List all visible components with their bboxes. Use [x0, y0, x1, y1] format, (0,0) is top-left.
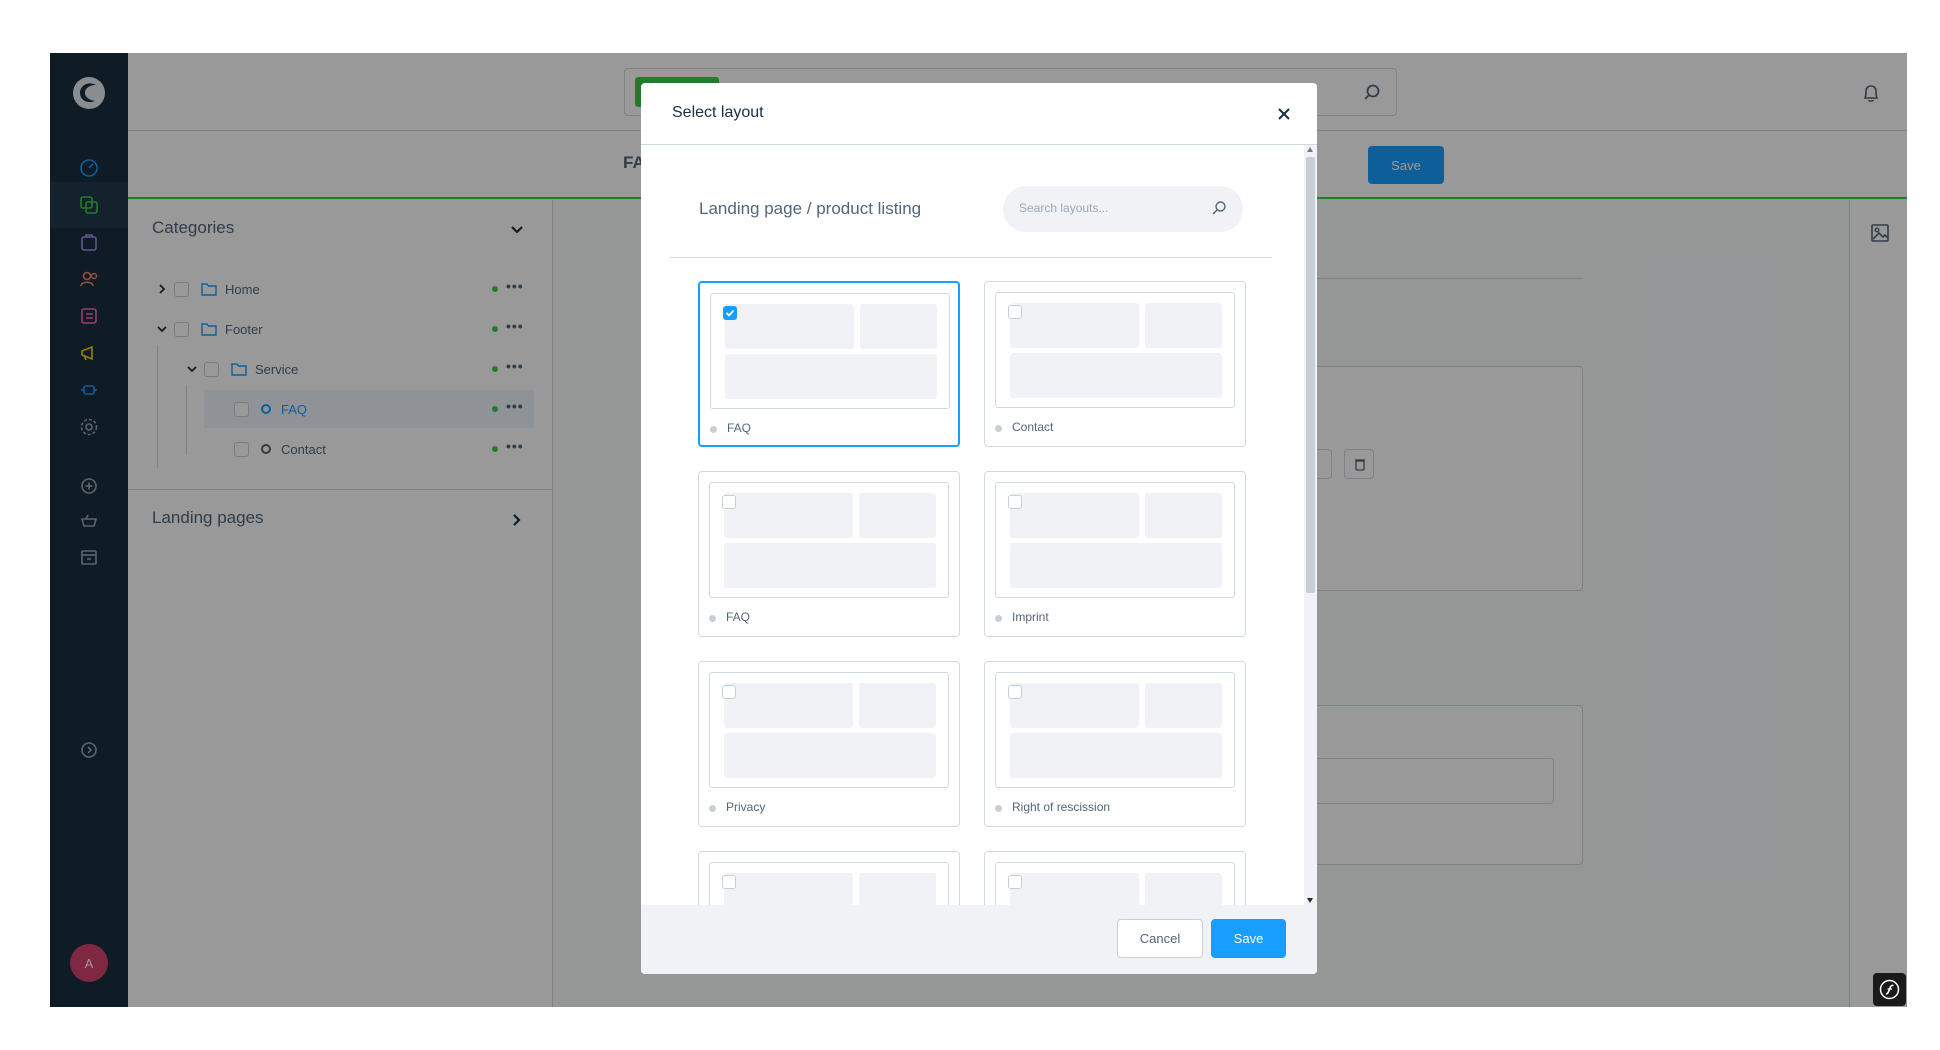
modal-title: Select layout: [672, 104, 764, 121]
layout-name: Contact: [1012, 420, 1054, 434]
layout-checkbox[interactable]: [722, 685, 736, 699]
layout-name: FAQ: [727, 421, 752, 435]
layout-name: Imprint: [1012, 610, 1049, 624]
layout-preview: [709, 482, 949, 598]
search-icon[interactable]: [1211, 200, 1227, 216]
layout-type-heading: Landing page / product listing: [699, 199, 922, 218]
layout-checkbox[interactable]: [1008, 875, 1022, 889]
modal-header: Select layout: [641, 83, 1317, 145]
layout-preview: [995, 672, 1235, 788]
symfony-toolbar-badge[interactable]: [1873, 973, 1906, 1006]
modal-divider: [670, 257, 1272, 258]
scrollbar-thumb[interactable]: [1306, 157, 1315, 593]
layout-card[interactable]: [984, 851, 1246, 905]
layout-preview: [709, 672, 949, 788]
scroll-down-icon[interactable]: [1307, 898, 1313, 903]
layout-card-contact[interactable]: Contact: [984, 281, 1246, 447]
save-button[interactable]: Save: [1211, 919, 1286, 958]
layout-status-dot: [710, 426, 717, 433]
layout-card-imprint[interactable]: Imprint: [984, 471, 1246, 637]
layout-preview: [709, 862, 949, 905]
layout-name: FAQ: [726, 610, 751, 624]
layout-card-right-of-rescission[interactable]: Right of rescission: [984, 661, 1246, 827]
close-icon[interactable]: [1277, 107, 1291, 121]
layout-status-dot: [709, 805, 716, 812]
layout-checkbox[interactable]: [1008, 495, 1022, 509]
layout-checkbox[interactable]: [722, 495, 736, 509]
layout-status-dot: [995, 425, 1002, 432]
modal-footer: Cancel Save: [641, 905, 1317, 974]
symfony-icon: [1879, 979, 1900, 1000]
scroll-up-icon[interactable]: [1307, 147, 1313, 152]
layout-card[interactable]: [698, 851, 960, 905]
modal-body: Landing page / product listing Search la…: [641, 145, 1317, 905]
modal-scrollbar[interactable]: [1304, 145, 1317, 905]
layout-preview: [995, 482, 1235, 598]
layout-card-faq[interactable]: FAQ: [698, 281, 960, 447]
layout-checkbox[interactable]: [1008, 685, 1022, 699]
layout-status-dot: [995, 615, 1002, 622]
check-icon: [725, 309, 735, 317]
layout-preview: [710, 293, 950, 409]
layout-status-dot: [709, 615, 716, 622]
layout-search-placeholder: Search layouts...: [1019, 201, 1109, 215]
layout-card-privacy[interactable]: Privacy: [698, 661, 960, 827]
layout-search-input[interactable]: Search layouts...: [1003, 186, 1243, 232]
layout-checkbox[interactable]: [722, 875, 736, 889]
layout-checkbox[interactable]: [1008, 305, 1022, 319]
layout-preview: [995, 862, 1235, 905]
layout-name: Privacy: [726, 800, 766, 814]
layout-name: Right of rescission: [1012, 800, 1111, 814]
select-layout-modal: Select layout Landing page / product lis…: [641, 83, 1317, 974]
layout-checkbox[interactable]: [723, 306, 737, 320]
layout-preview: [995, 292, 1235, 408]
layout-status-dot: [995, 805, 1002, 812]
layout-card-faq-2[interactable]: FAQ: [698, 471, 960, 637]
cancel-button[interactable]: Cancel: [1117, 919, 1203, 958]
app-frame: A FA Save Categories Home ••• Footer •••…: [50, 53, 1907, 1007]
